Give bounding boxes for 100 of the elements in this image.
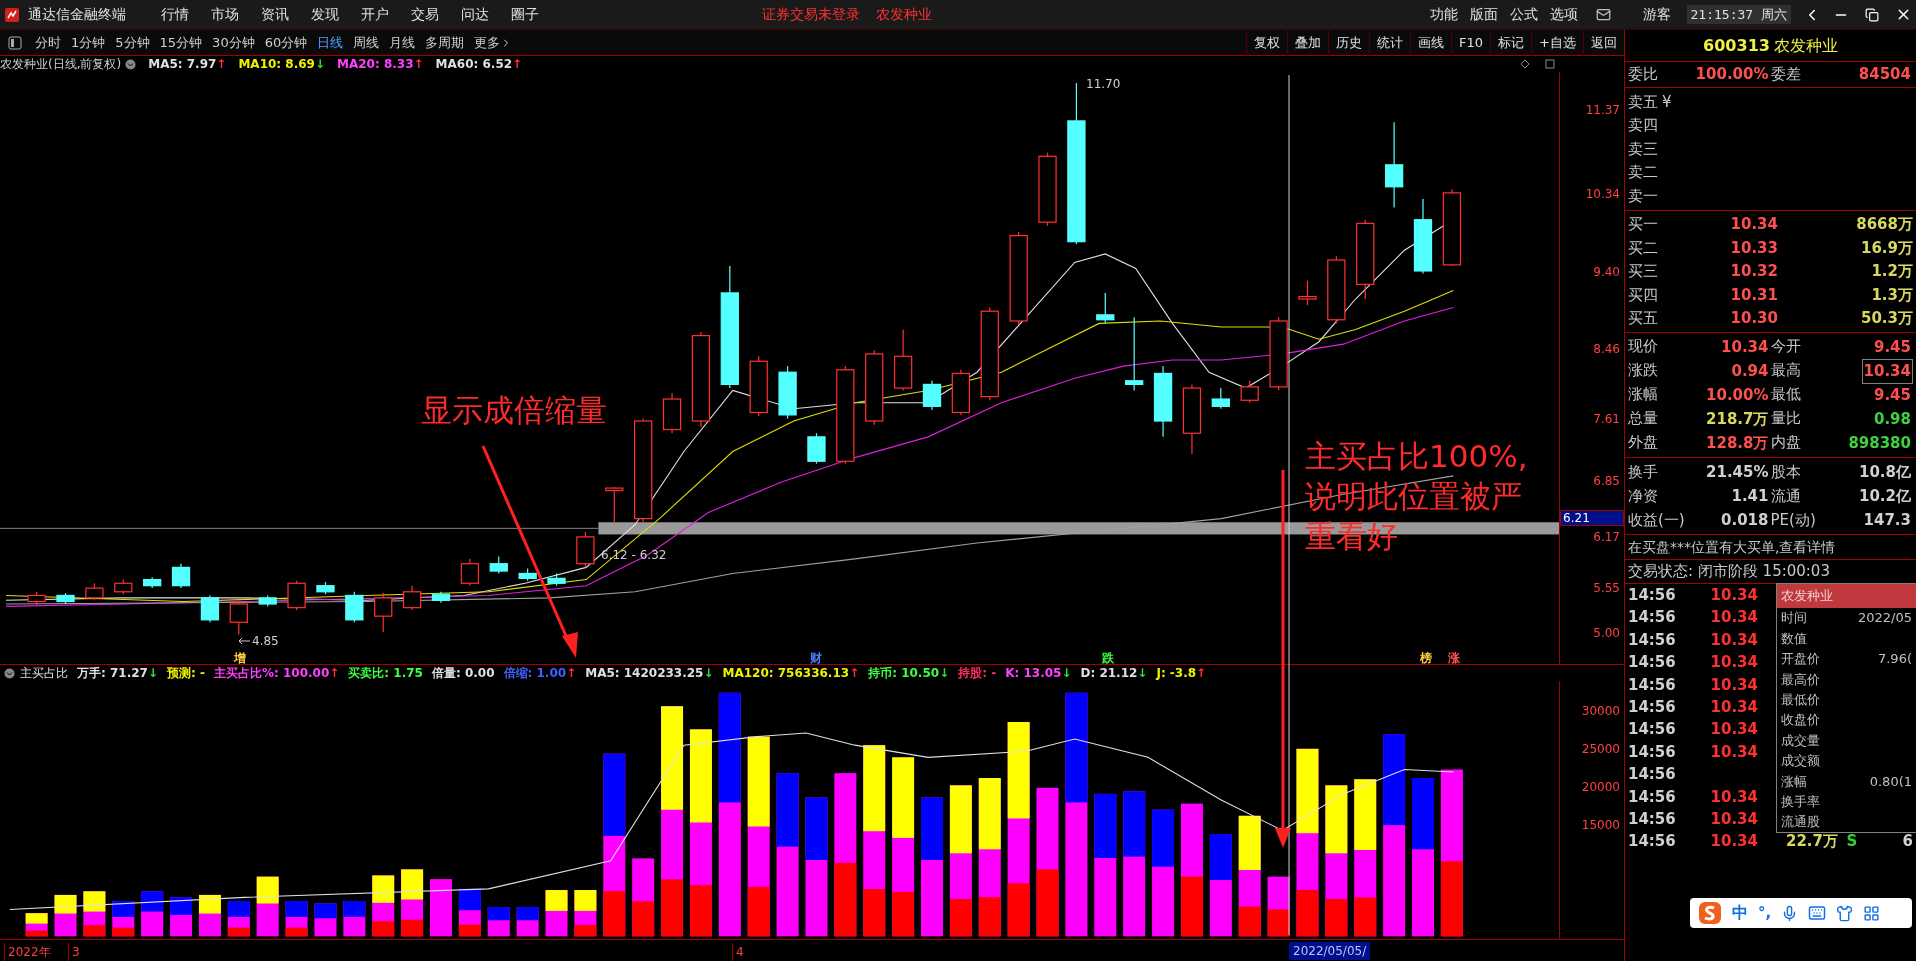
indicator-value: 买卖比: 1.75 — [348, 665, 423, 682]
menu-item[interactable]: 公式 — [1503, 4, 1544, 25]
grid-icon[interactable] — [1863, 904, 1881, 922]
user-label[interactable]: 游客 — [1642, 4, 1671, 25]
tick-time: 14:56 — [1628, 764, 1677, 786]
tool-button[interactable]: 返回 — [1583, 29, 1624, 56]
square-icon[interactable] — [1545, 59, 1555, 69]
volume-bar — [314, 903, 337, 937]
volume-bar — [198, 894, 221, 937]
period-tab[interactable]: 15分钟 — [154, 32, 208, 53]
quote-value: 10.00% — [1705, 385, 1770, 406]
ime-punctuation[interactable]: °, — [1758, 901, 1772, 925]
tool-button[interactable]: 标记 — [1490, 29, 1532, 56]
period-tab[interactable]: 日线 — [312, 32, 349, 53]
quote-label: 量比 — [1770, 408, 1801, 429]
volume-bar — [256, 876, 279, 937]
ime-mode[interactable]: 中 — [1732, 901, 1748, 925]
quote-label: 涨幅 — [1628, 384, 1658, 405]
shirt-icon[interactable] — [1836, 904, 1854, 922]
volume-tick: 15000 — [1581, 816, 1620, 834]
tick-time: 14:56 — [1628, 629, 1677, 651]
event-mark[interactable]: 跌 — [1102, 649, 1114, 667]
tool-button[interactable]: 统计 — [1369, 29, 1411, 56]
popup-value: 0.80(1 — [1869, 772, 1912, 791]
popup-label: 收盘价 — [1781, 711, 1820, 730]
dropdown-icon[interactable] — [125, 58, 137, 70]
period-tab[interactable]: 分时 — [30, 32, 66, 53]
menu-item[interactable]: 开户 — [350, 4, 400, 25]
ime-logo-icon[interactable] — [1698, 901, 1722, 925]
tool-button[interactable]: +自选 — [1531, 29, 1583, 56]
period-tab[interactable]: 多周期 — [420, 32, 470, 53]
candle — [171, 563, 191, 589]
trend-arrow: ↑ — [413, 56, 424, 73]
popup-label: 开盘价 — [1781, 650, 1820, 669]
event-mark[interactable]: 涨 — [1448, 649, 1460, 667]
candle — [605, 486, 624, 523]
menu-item[interactable]: 行情 — [150, 4, 200, 25]
tool-button[interactable]: 复权 — [1246, 29, 1288, 56]
date-label: 3 — [68, 943, 80, 961]
period-tab[interactable]: 60分钟 — [259, 32, 313, 53]
quote-label: 股本 — [1770, 461, 1801, 483]
period-tab[interactable]: 5分钟 — [110, 32, 155, 53]
menu-item[interactable]: 选项 — [1543, 4, 1584, 25]
ask-label: 卖四 — [1628, 115, 1658, 136]
trend-arrow: ↓ — [314, 56, 325, 73]
candle — [402, 585, 422, 611]
price-tick: 9.40 — [1593, 263, 1620, 281]
menu-item[interactable]: 圈子 — [500, 4, 550, 25]
currency-symbol[interactable]: ¥ — [1662, 90, 1672, 113]
bid-label: 买二 — [1628, 237, 1659, 259]
period-tab[interactable]: 30分钟 — [207, 32, 260, 53]
menu-item[interactable]: 版面 — [1463, 4, 1504, 25]
tool-button[interactable]: F10 — [1451, 29, 1491, 56]
period-tab[interactable]: 更多 — [469, 32, 518, 53]
dropdown-icon[interactable] — [4, 667, 15, 679]
event-mark[interactable]: 财 — [810, 649, 822, 667]
bid-label: 买四 — [1628, 284, 1659, 306]
notice-text[interactable]: 证券交易未登录 — [761, 4, 860, 25]
popup-label: 时间 — [1781, 609, 1807, 628]
volume-tick: 25000 — [1581, 740, 1620, 758]
period-tab[interactable]: 1分钟 — [66, 32, 111, 53]
menu-item[interactable]: 功能 — [1423, 4, 1464, 25]
candle — [114, 579, 133, 595]
trend-arrow: ↓ — [1061, 665, 1072, 682]
restore-icon[interactable] — [1865, 7, 1879, 22]
date-label: 4 — [732, 943, 744, 961]
mail-icon[interactable] — [1595, 7, 1611, 22]
menu-item[interactable]: 交易 — [400, 4, 450, 25]
menu-item[interactable]: 市场 — [200, 4, 250, 25]
period-tab[interactable]: 周线 — [348, 32, 385, 53]
quote-value: 1.41 — [1731, 485, 1769, 507]
big-order-message[interactable]: 在买盘***位置有大买单,查看详情 — [1625, 535, 1916, 560]
price-tick: 5.55 — [1593, 579, 1620, 597]
tick-time: 14:56 — [1628, 696, 1677, 718]
keyboard-icon[interactable] — [1808, 904, 1827, 922]
trend-arrow: ↓ — [1137, 665, 1148, 682]
diamond-icon[interactable] — [1520, 59, 1530, 69]
tick-price: 10.34 — [1709, 741, 1758, 763]
quote-value: 21.45% — [1706, 461, 1769, 483]
period-tab[interactable]: 月线 — [384, 32, 421, 53]
menu-item[interactable]: 资讯 — [250, 4, 300, 25]
candle — [1096, 292, 1115, 325]
tick-side: S — [1845, 831, 1859, 853]
ask-label: 卖一 — [1628, 185, 1658, 207]
price-tick: 8.46 — [1593, 340, 1620, 358]
panel-toggle-icon[interactable] — [8, 35, 22, 50]
indicator-value: MA120: 756336.13 — [722, 665, 850, 682]
event-mark[interactable]: 增 — [234, 649, 246, 667]
tool-button[interactable]: 历史 — [1328, 29, 1370, 56]
candle — [345, 591, 364, 623]
menu-item[interactable]: 发现 — [300, 4, 350, 25]
tool-button[interactable]: 叠加 — [1287, 29, 1329, 56]
event-mark[interactable]: 榜 — [1420, 649, 1432, 667]
volume-bar — [574, 890, 597, 937]
tool-button[interactable]: 画线 — [1410, 29, 1452, 56]
candle — [229, 599, 248, 636]
price-tick: 11.37 — [1585, 101, 1620, 119]
trend-arrow: ↓ — [703, 665, 714, 682]
menu-item[interactable]: 问达 — [450, 4, 500, 25]
volume-bar — [545, 890, 568, 937]
